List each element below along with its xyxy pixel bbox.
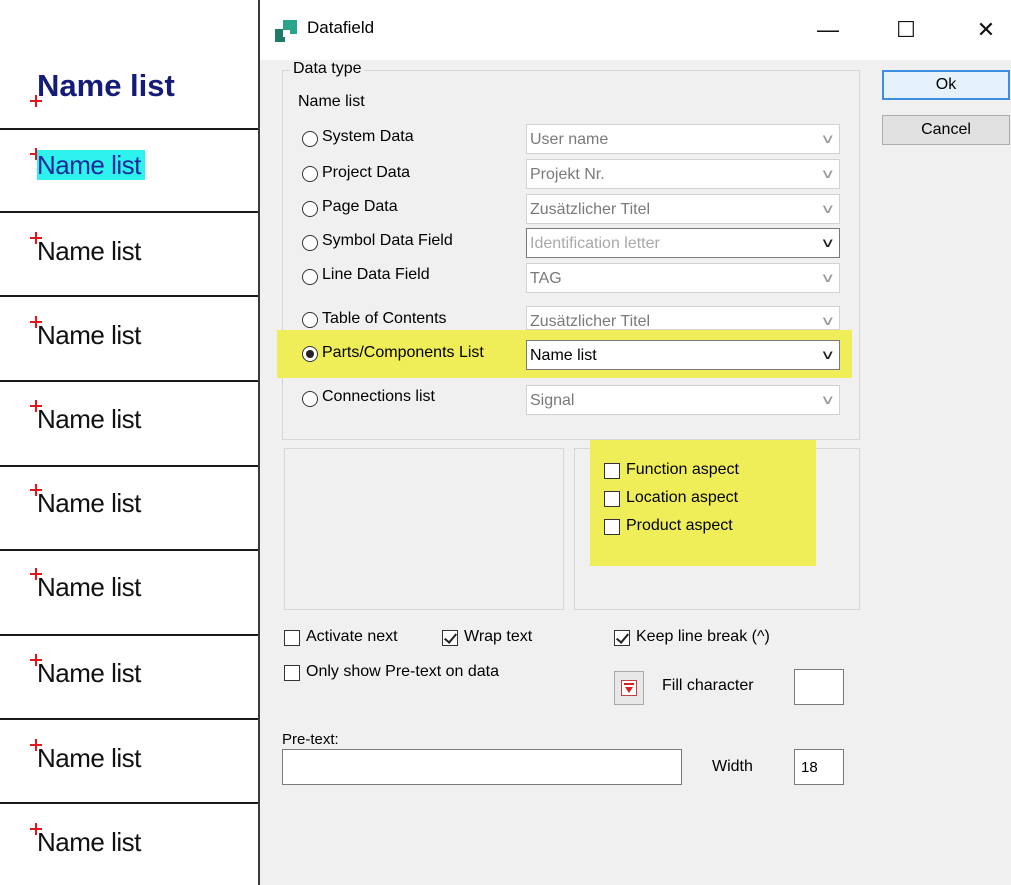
row-separator xyxy=(0,549,262,551)
radio-page-data[interactable] xyxy=(302,201,318,217)
chevron-down-icon: ∨ xyxy=(820,347,836,362)
pretext-label: Pre-text: xyxy=(282,731,339,748)
chevron-down-icon: ∨ xyxy=(820,166,836,181)
option-label: Table of Contents xyxy=(322,310,447,327)
chevron-down-icon: ∨ xyxy=(820,131,836,146)
location-aspect-checkbox[interactable] xyxy=(604,491,620,507)
name-list-row[interactable]: Name list xyxy=(37,827,141,858)
name-list-row[interactable]: Name list xyxy=(37,658,141,689)
parts-components-list-combo[interactable]: Name list ∨ xyxy=(526,340,840,370)
name-list-heading: Name list xyxy=(37,68,175,103)
radio-parts-components-list[interactable] xyxy=(302,346,318,362)
name-list-row[interactable]: Name list xyxy=(37,320,141,351)
combo-value: Name list xyxy=(530,347,597,364)
row-separator xyxy=(0,802,262,804)
row-separator xyxy=(0,380,262,382)
only-show-pretext-label: Only show Pre-text on data xyxy=(306,663,499,680)
row-separator xyxy=(0,295,262,297)
row-separator xyxy=(0,465,262,467)
option-label: Page Data xyxy=(322,198,398,215)
function-aspect-label: Function aspect xyxy=(626,461,739,478)
option-label: Line Data Field xyxy=(322,266,430,283)
fill-character-button[interactable] xyxy=(614,671,644,705)
combo-value: Zusätzlicher Titel xyxy=(530,201,651,218)
wrap-text-label: Wrap text xyxy=(464,628,533,645)
keep-line-break-checkbox[interactable] xyxy=(614,630,630,646)
option-label: Parts/Components List xyxy=(322,344,484,361)
pretext-input[interactable] xyxy=(282,749,682,785)
only-show-pretext-checkbox[interactable] xyxy=(284,665,300,681)
row-separator xyxy=(0,718,262,720)
project-data-combo[interactable]: Projekt Nr. ∨ xyxy=(526,159,840,189)
name-list-row[interactable]: Name list xyxy=(37,743,141,774)
chevron-down-icon: ∨ xyxy=(820,313,836,328)
name-list-row[interactable]: Name list xyxy=(37,404,141,435)
radio-table-of-contents[interactable] xyxy=(302,312,318,328)
data-type-label: Data type xyxy=(290,60,365,78)
close-icon[interactable]: ✕ xyxy=(964,8,1008,52)
chevron-down-icon: ∨ xyxy=(820,392,836,407)
empty-panel xyxy=(284,448,564,610)
wrap-text-checkbox[interactable] xyxy=(442,630,458,646)
row-separator xyxy=(0,634,262,636)
keep-line-break-label: Keep line break (^) xyxy=(636,628,770,645)
name-list-row[interactable]: Name list xyxy=(37,572,141,603)
fill-character-label: Fill character xyxy=(662,677,754,694)
option-label: Symbol Data Field xyxy=(322,232,453,249)
title-bar[interactable]: Datafield — ☐ ✕ xyxy=(260,0,1011,60)
option-label: Connections list xyxy=(322,388,435,405)
fill-down-icon xyxy=(621,680,637,696)
option-label: Project Data xyxy=(322,164,411,181)
width-input[interactable]: 18 xyxy=(794,749,844,785)
name-list-row[interactable]: Name list xyxy=(37,236,141,267)
maximize-icon[interactable]: ☐ xyxy=(884,8,928,52)
radio-line-data-field[interactable] xyxy=(302,269,318,285)
radio-symbol-data-field[interactable] xyxy=(302,235,318,251)
chevron-down-icon: ∨ xyxy=(820,270,836,285)
combo-value: Signal xyxy=(530,392,575,409)
cancel-button[interactable]: Cancel xyxy=(882,115,1010,145)
fill-character-input[interactable] xyxy=(794,669,844,705)
name-list-row[interactable]: Name list xyxy=(37,488,141,519)
page-data-combo[interactable]: Zusätzlicher Titel ∨ xyxy=(526,194,840,224)
table-of-contents-combo[interactable]: Zusätzlicher Titel ∨ xyxy=(526,306,840,330)
combo-value: User name xyxy=(530,131,609,148)
symbol-data-field-combo[interactable]: Identification letter ∨ xyxy=(526,228,840,258)
radio-system-data[interactable] xyxy=(302,131,318,147)
line-data-field-combo[interactable]: TAG ∨ xyxy=(526,263,840,293)
row-separator xyxy=(0,128,262,130)
dialog-title: Datafield xyxy=(307,18,375,37)
minimize-icon[interactable]: — xyxy=(806,8,850,52)
radio-project-data[interactable] xyxy=(302,166,318,182)
datafield-dialog: Datafield — ☐ ✕ Data type Name list Syst… xyxy=(258,0,1011,885)
chevron-down-icon: ∨ xyxy=(820,201,836,216)
current-type-label: Name list xyxy=(298,93,365,110)
radio-connections-list[interactable] xyxy=(302,391,318,407)
activate-next-label: Activate next xyxy=(306,628,398,645)
product-aspect-label: Product aspect xyxy=(626,517,733,534)
app-logo-icon xyxy=(275,20,297,42)
product-aspect-checkbox[interactable] xyxy=(604,519,620,535)
combo-value: Identification letter xyxy=(530,235,660,252)
combo-value: TAG xyxy=(530,270,562,287)
combo-value: Zusätzlicher Titel xyxy=(530,313,651,330)
combo-value: Projekt Nr. xyxy=(530,166,605,183)
chevron-down-icon: ∨ xyxy=(820,235,836,250)
connections-list-combo[interactable]: Signal ∨ xyxy=(526,385,840,415)
width-label: Width xyxy=(712,758,753,775)
activate-next-checkbox[interactable] xyxy=(284,630,300,646)
function-aspect-checkbox[interactable] xyxy=(604,463,620,479)
location-aspect-label: Location aspect xyxy=(626,489,739,506)
system-data-combo[interactable]: User name ∨ xyxy=(526,124,840,154)
name-list-row-selected[interactable]: Name list xyxy=(37,150,145,181)
ok-button[interactable]: Ok xyxy=(882,70,1010,100)
row-separator xyxy=(0,211,262,213)
option-label: System Data xyxy=(322,128,414,145)
